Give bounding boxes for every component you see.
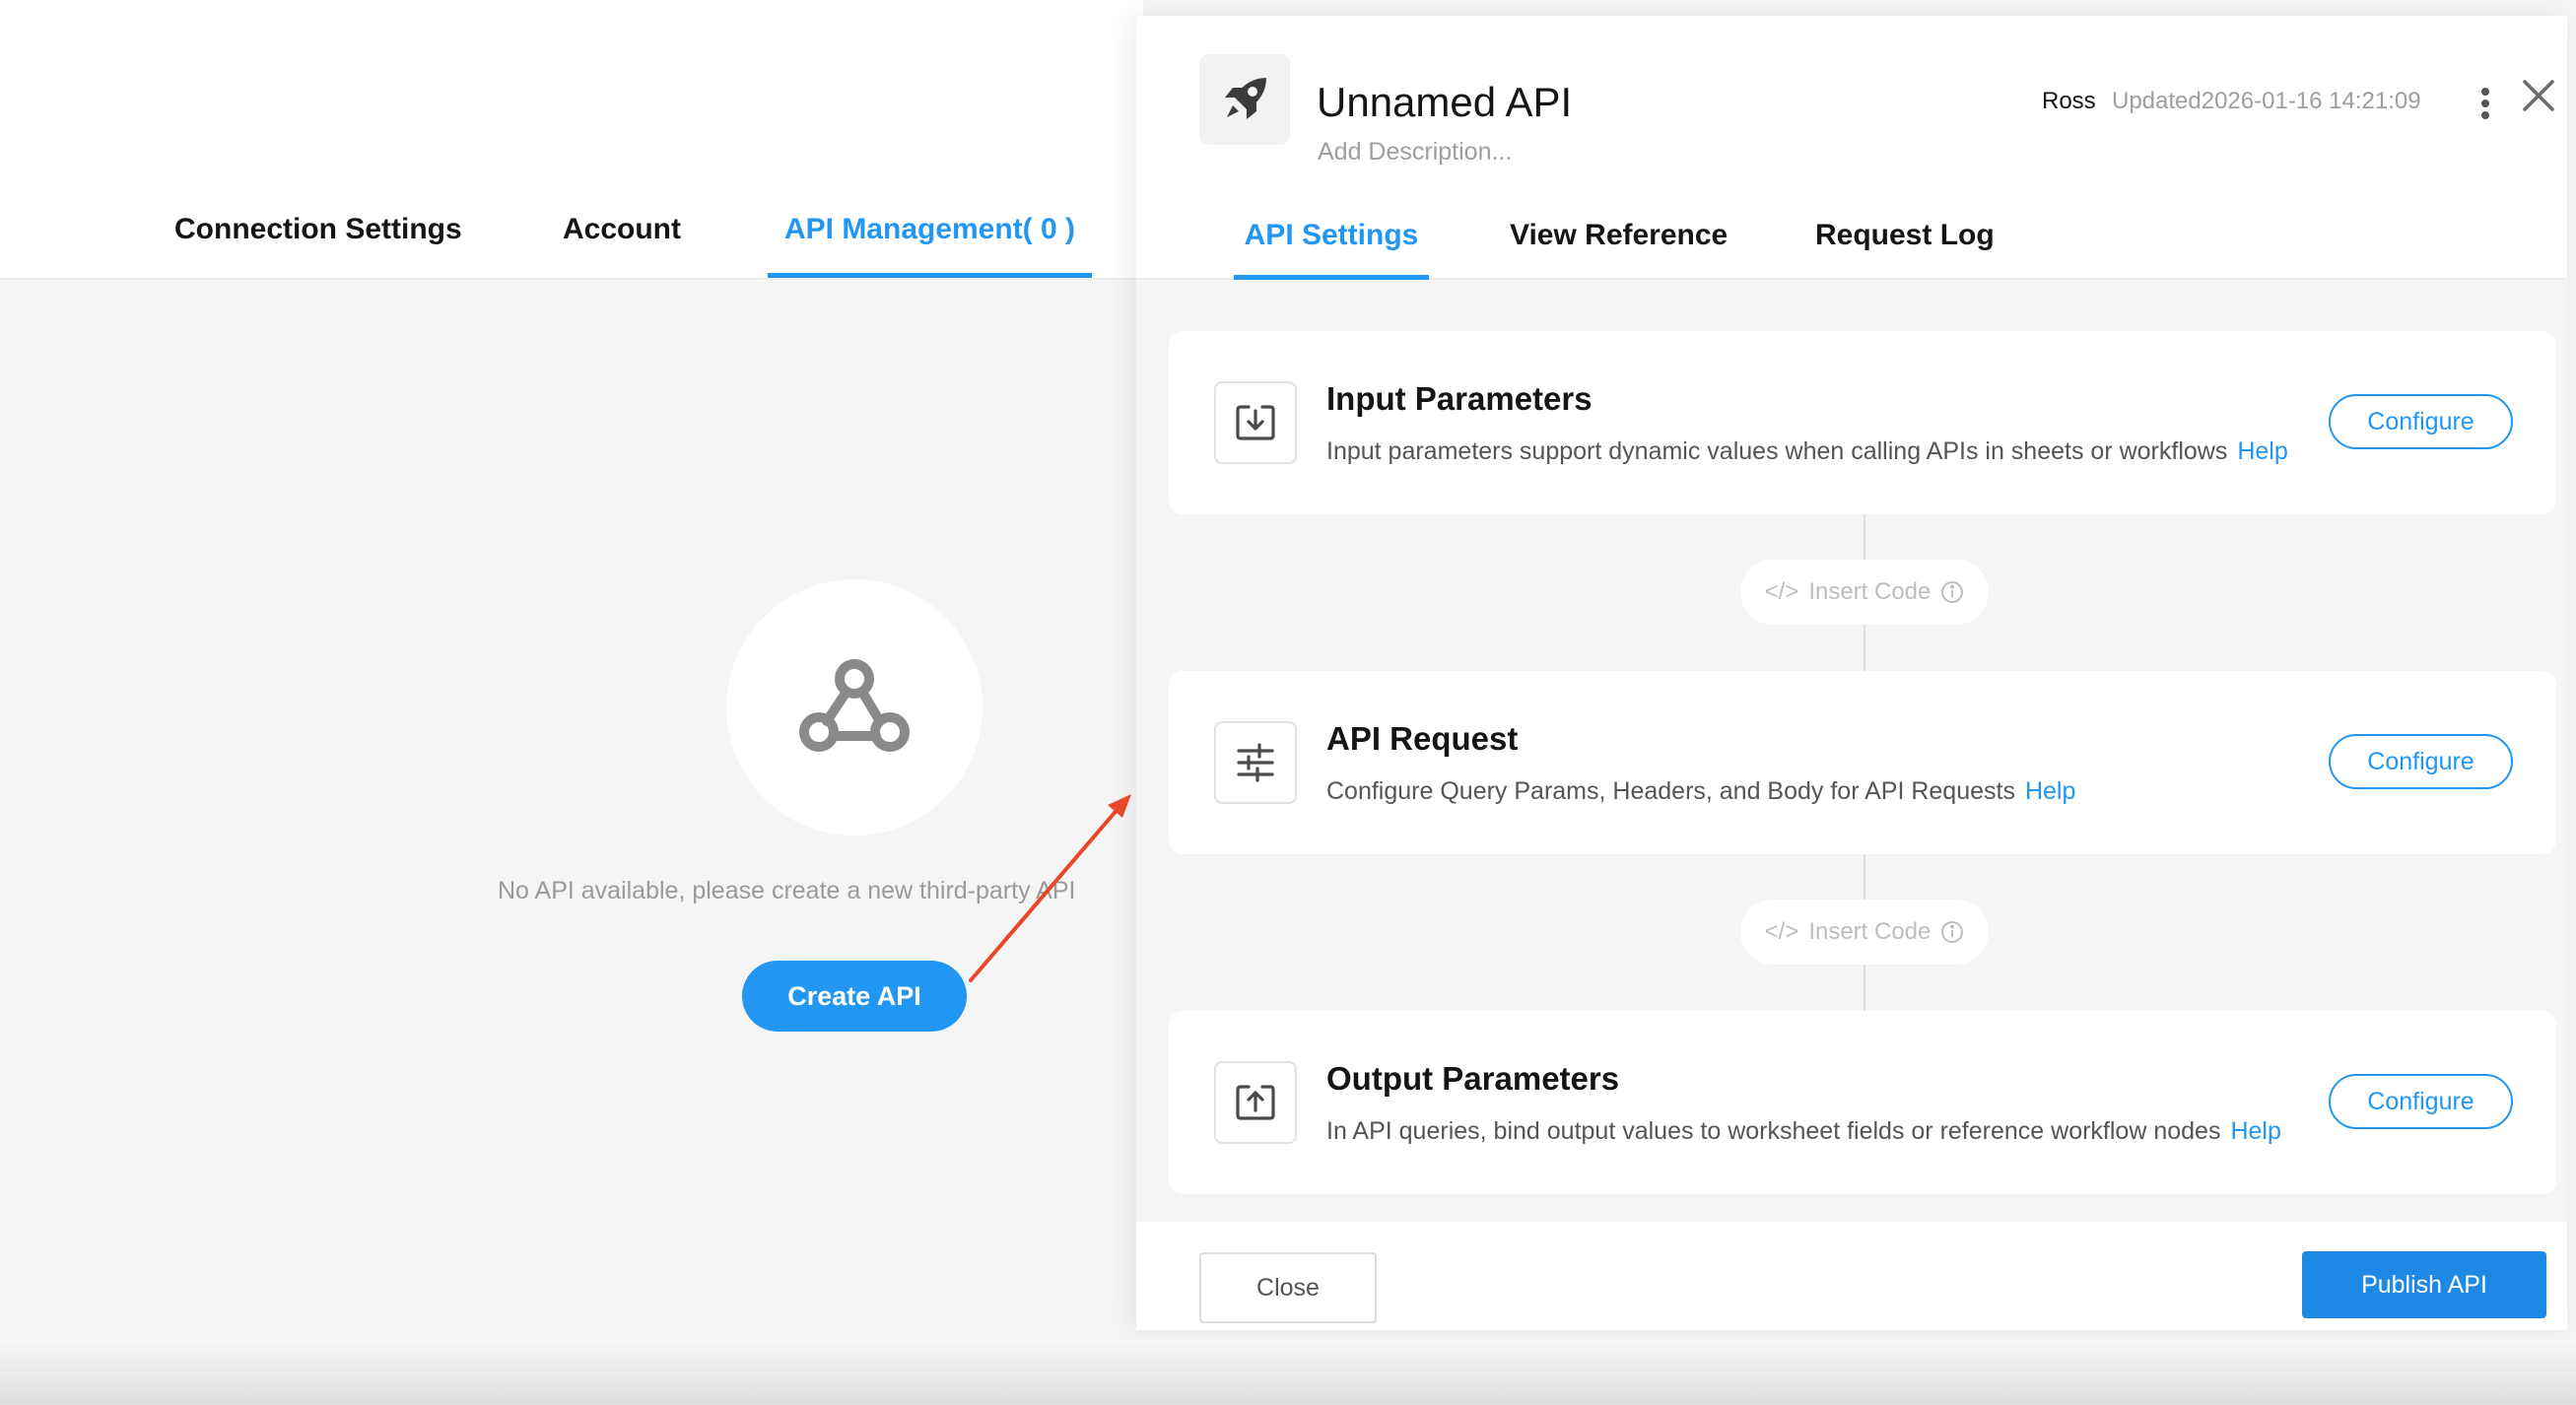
- connector-line: [1864, 625, 1865, 671]
- step-description-text: Configure Query Params, Headers, and Bod…: [1326, 777, 2015, 805]
- help-link[interactable]: Help: [2237, 437, 2287, 465]
- step-description-text: Input parameters support dynamic values …: [1326, 437, 2228, 465]
- tab-connection-settings[interactable]: Connection Settings: [174, 205, 462, 278]
- connector-line: [1864, 514, 1865, 560]
- configure-output-button[interactable]: Configure: [2329, 1074, 2513, 1129]
- connector-line: [1864, 854, 1865, 900]
- close-icon: [2523, 80, 2554, 111]
- download-box-icon: [1236, 405, 1275, 440]
- input-parameters-card: Input Parameters Input parameters suppor…: [1169, 331, 2556, 514]
- step-icon-box: [1214, 381, 1297, 464]
- empty-state-message: No API available, please create a new th…: [498, 877, 1076, 904]
- tab-account[interactable]: Account: [563, 205, 681, 278]
- code-icon: </>: [1764, 918, 1799, 945]
- step-description: In API queries, bind output values to wo…: [1326, 1117, 2281, 1146]
- empty-state-illustration: [726, 579, 983, 836]
- info-icon: [1941, 921, 1964, 943]
- api-request-card: API Request Configure Query Params, Head…: [1169, 671, 2556, 854]
- more-vertical-icon: [2481, 88, 2489, 119]
- api-avatar: [1199, 54, 1290, 145]
- rocket-icon: [1225, 78, 1266, 119]
- help-link[interactable]: Help: [2230, 1117, 2280, 1145]
- step-description-text: In API queries, bind output values to wo…: [1326, 1117, 2221, 1145]
- code-icon: </>: [1764, 578, 1799, 605]
- drawer-header: Unnamed API Add Description... Ross Upda…: [1136, 16, 2567, 280]
- create-api-button[interactable]: Create API: [742, 961, 967, 1032]
- step-title: Output Parameters: [1326, 1060, 1620, 1097]
- insert-code-label: Insert Code: [1808, 578, 1932, 605]
- insert-code-label: Insert Code: [1808, 918, 1932, 945]
- step-title: Input Parameters: [1326, 380, 1593, 417]
- help-link[interactable]: Help: [2025, 777, 2075, 805]
- step-description: Configure Query Params, Headers, and Bod…: [1326, 777, 2075, 806]
- insert-code-button[interactable]: </> Insert Code: [1740, 560, 1989, 625]
- tab-api-settings[interactable]: API Settings: [1234, 211, 1429, 280]
- webhook-icon: [799, 659, 910, 752]
- top-tab-bar: Connection Settings Account API Manageme…: [0, 0, 1143, 280]
- tab-request-log[interactable]: Request Log: [1815, 211, 1995, 280]
- info-icon: [1941, 581, 1964, 603]
- step-title: API Request: [1326, 720, 1519, 757]
- insert-code-button[interactable]: </> Insert Code: [1740, 900, 1989, 965]
- owner-name: Ross: [2042, 88, 2096, 114]
- tab-api-management[interactable]: API Management( 0 ): [768, 205, 1092, 278]
- api-detail-drawer: Unnamed API Add Description... Ross Upda…: [1136, 16, 2567, 1330]
- close-drawer-button[interactable]: [2514, 71, 2563, 120]
- publish-api-button[interactable]: Publish API: [2302, 1251, 2546, 1318]
- more-options-button[interactable]: [2471, 79, 2500, 128]
- bottom-shadow: [0, 1340, 2576, 1405]
- output-parameters-card: Output Parameters In API queries, bind o…: [1169, 1011, 2556, 1194]
- updated-timestamp: Updated2026-01-16 14:21:09: [2112, 88, 2421, 114]
- configure-request-button[interactable]: Configure: [2329, 734, 2513, 789]
- api-name[interactable]: Unnamed API: [1317, 75, 1572, 130]
- connector-line: [1864, 965, 1865, 1011]
- drawer-footer: Close Publish API: [1136, 1222, 2567, 1330]
- api-description-field[interactable]: Add Description...: [1318, 138, 1512, 167]
- tab-view-reference[interactable]: View Reference: [1510, 211, 1728, 280]
- upload-box-icon: [1236, 1085, 1275, 1120]
- sliders-icon: [1237, 743, 1274, 782]
- step-icon-box: [1214, 1061, 1297, 1144]
- close-button[interactable]: Close: [1199, 1252, 1377, 1323]
- step-icon-box: [1214, 721, 1297, 804]
- step-description: Input parameters support dynamic values …: [1326, 437, 2288, 466]
- configure-input-button[interactable]: Configure: [2329, 394, 2513, 449]
